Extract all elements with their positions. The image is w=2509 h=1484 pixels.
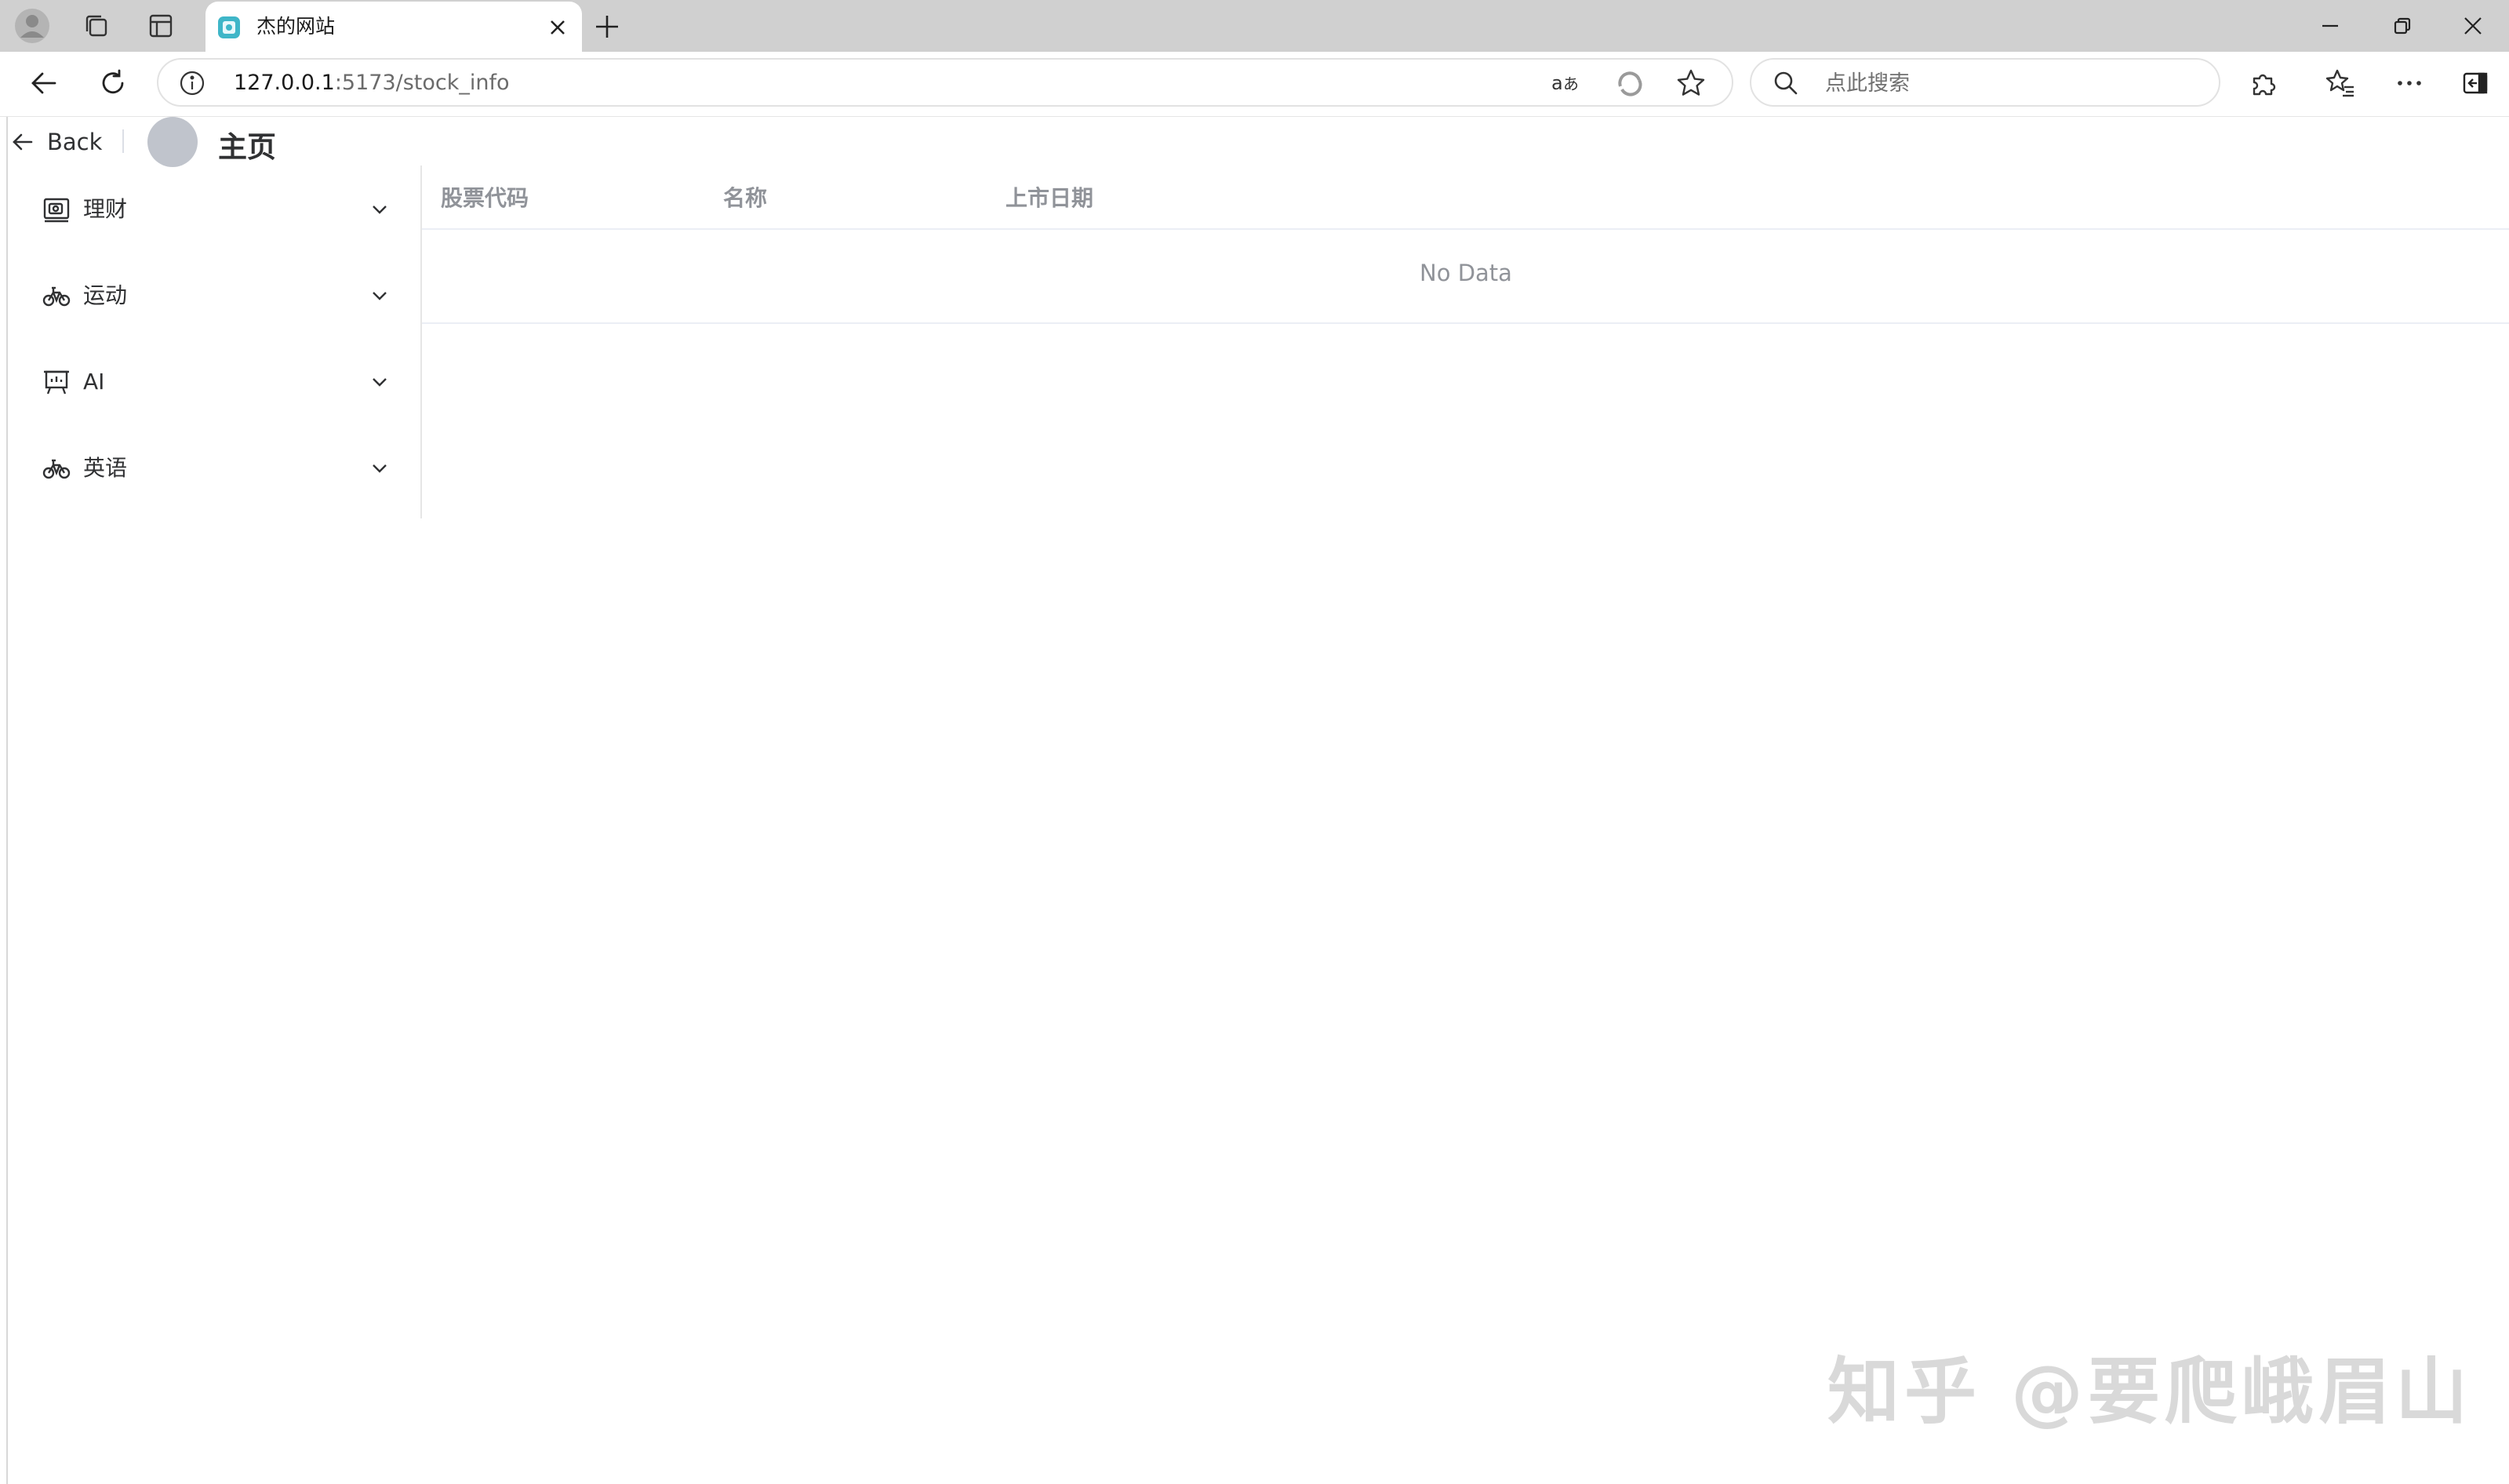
back-label: Back — [47, 129, 103, 155]
search-icon — [1774, 71, 1798, 95]
minimize-icon — [2322, 24, 2338, 27]
tab-actions-icon — [149, 14, 173, 38]
page-title: 主页 — [218, 130, 276, 164]
browser-tab-strip: 杰的网站 — [0, 0, 2509, 52]
refresh-icon — [102, 69, 124, 94]
bicycle-icon — [42, 459, 71, 479]
table-header: 股票代码 名称 上市日期 — [422, 165, 2509, 230]
new-tab-button[interactable] — [587, 6, 627, 47]
collections-icon — [85, 15, 107, 37]
favorite-star-icon — [1677, 69, 1705, 96]
chevron-down-icon — [373, 206, 387, 214]
sidebar-toggle-button[interactable] — [2452, 60, 2499, 107]
sidebar-item-label: 英语 — [83, 455, 128, 481]
sidebar-item-ai[interactable]: AI — [8, 338, 416, 424]
chevron-down-icon — [373, 464, 387, 473]
read-aloud-button[interactable]: a あ — [1550, 67, 1581, 99]
sidebar-item-label: 运动 — [83, 282, 128, 308]
new-tab-icon — [596, 16, 618, 38]
bicycle-icon — [42, 286, 71, 307]
more-icon — [2398, 81, 2421, 85]
column-header-listing-date[interactable]: 上市日期 — [1005, 183, 1093, 214]
sidebar-item-english[interactable]: 英语 — [8, 424, 416, 511]
browser-search-box[interactable] — [1750, 58, 2220, 107]
presentation-icon — [44, 370, 69, 395]
extensions-button[interactable] — [2240, 60, 2287, 107]
tab-actions-button[interactable] — [129, 0, 193, 52]
more-button[interactable] — [2386, 60, 2433, 107]
tab-close-button[interactable] — [544, 14, 571, 41]
tab-active[interactable]: 杰的网站 — [205, 2, 582, 52]
sidebar-item-label: AI — [83, 369, 105, 395]
copilot-icon — [1618, 71, 1642, 96]
svg-text:a: a — [1551, 72, 1563, 94]
avatar[interactable] — [147, 117, 198, 167]
header-divider — [122, 129, 124, 153]
empty-text: No Data — [1420, 260, 1512, 286]
collections-button[interactable] — [64, 0, 129, 52]
url-host: 127.0.0.1 — [234, 71, 335, 95]
favorite-button[interactable] — [1675, 67, 1707, 99]
browser-toolbar: 127.0.0.1:5173/stock_info a あ — [0, 52, 2509, 117]
sidebar-menu: 理财 运动 AI 英语 — [8, 165, 422, 518]
chevron-down-icon — [373, 378, 387, 387]
read-aloud-icon: a あ — [1551, 72, 1579, 94]
address-bar[interactable]: 127.0.0.1:5173/stock_info a あ — [157, 58, 1733, 107]
tab-title: 杰的网站 — [256, 15, 336, 38]
svg-text:あ: あ — [1563, 75, 1579, 93]
stock-table: 股票代码 名称 上市日期 No Data — [422, 165, 2509, 324]
wallet-icon — [43, 198, 70, 223]
restore-icon — [2394, 17, 2411, 35]
watermark: 知乎 @要爬峨眉山 — [1827, 1350, 2473, 1434]
arrow-left-icon — [13, 133, 33, 151]
back-arrow-icon — [31, 72, 56, 94]
profile-icon — [15, 9, 49, 43]
page-viewport: Back 主页 理财 运动 AI 英语 股票代码 名称 上市日期 No Data — [6, 117, 2509, 1484]
window-close-button[interactable] — [2437, 0, 2509, 52]
extensions-icon — [2253, 74, 2276, 96]
sidebar-item-finance[interactable]: 理财 — [8, 165, 416, 252]
page-header: Back 主页 — [8, 117, 2502, 167]
profile-button[interactable] — [0, 0, 64, 52]
copilot-button[interactable] — [1614, 67, 1645, 99]
site-info-icon[interactable] — [179, 70, 205, 96]
table-empty-row: No Data — [422, 230, 2509, 324]
search-input[interactable] — [1824, 67, 2203, 99]
tab-close-icon — [551, 20, 565, 35]
favorites-button[interactable] — [2317, 60, 2364, 107]
column-header-code[interactable]: 股票代码 — [441, 183, 529, 214]
url-text[interactable]: 127.0.0.1:5173/stock_info — [234, 71, 510, 96]
sidebar-item-label: 理财 — [83, 196, 128, 222]
restore-button[interactable] — [2366, 0, 2438, 52]
sidebar-item-sports[interactable]: 运动 — [8, 252, 416, 338]
back-button[interactable]: Back — [11, 128, 102, 156]
column-header-name[interactable]: 名称 — [723, 183, 767, 214]
url-path: :5173/stock_info — [334, 71, 510, 95]
tab-favicon — [218, 16, 240, 38]
minimize-button[interactable] — [2294, 0, 2366, 52]
refresh-button[interactable] — [89, 60, 136, 107]
browser-back-button[interactable] — [20, 60, 67, 107]
favorites-icon — [2325, 69, 2354, 97]
chevron-down-icon — [373, 292, 387, 300]
window-close-icon — [2464, 17, 2482, 35]
sidebar-toggle-icon — [2463, 72, 2488, 94]
